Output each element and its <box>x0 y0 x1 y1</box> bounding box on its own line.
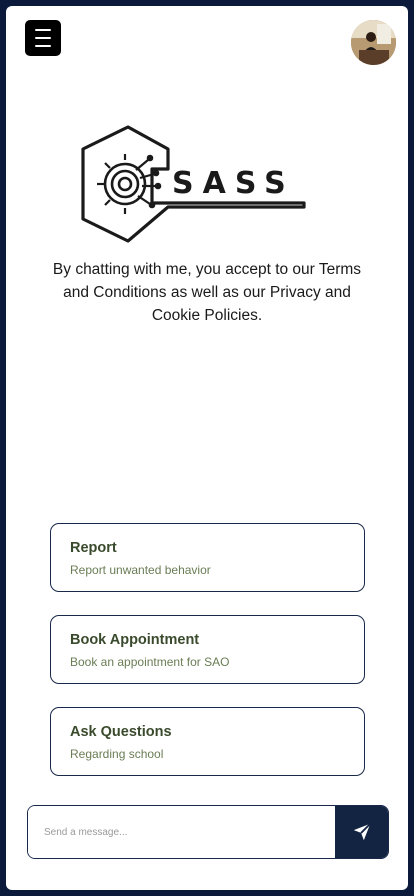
option-subtitle: Report unwanted behavior <box>70 563 211 577</box>
option-subtitle: Book an appointment for SAO <box>70 655 230 669</box>
sass-logo: SASS <box>81 125 306 243</box>
option-report[interactable]: Report Report unwanted behavior <box>50 523 365 592</box>
hamburger-menu-icon-line <box>35 45 51 47</box>
terms-notice: By chatting with me, you accept to our T… <box>52 261 362 324</box>
user-avatar-icon <box>351 20 396 65</box>
message-composer <box>27 805 389 859</box>
option-subtitle: Regarding school <box>70 747 164 761</box>
option-title: Ask Questions <box>70 724 172 740</box>
menu-button[interactable] <box>25 20 61 56</box>
hamburger-menu-icon <box>35 29 51 31</box>
send-button[interactable] <box>335 806 388 858</box>
option-ask-questions[interactable]: Ask Questions Regarding school <box>50 707 365 776</box>
option-title: Report <box>70 540 117 556</box>
option-title: Book Appointment <box>70 632 200 648</box>
chat-screen: SASS By chatting with me, you accept to … <box>6 6 408 890</box>
avatar[interactable] <box>351 20 396 65</box>
send-icon <box>353 823 371 841</box>
option-book-appointment[interactable]: Book Appointment Book an appointment for… <box>50 615 365 684</box>
message-input[interactable] <box>28 806 335 858</box>
hamburger-menu-icon-line <box>35 37 51 39</box>
brand-name: SASS <box>172 166 295 201</box>
